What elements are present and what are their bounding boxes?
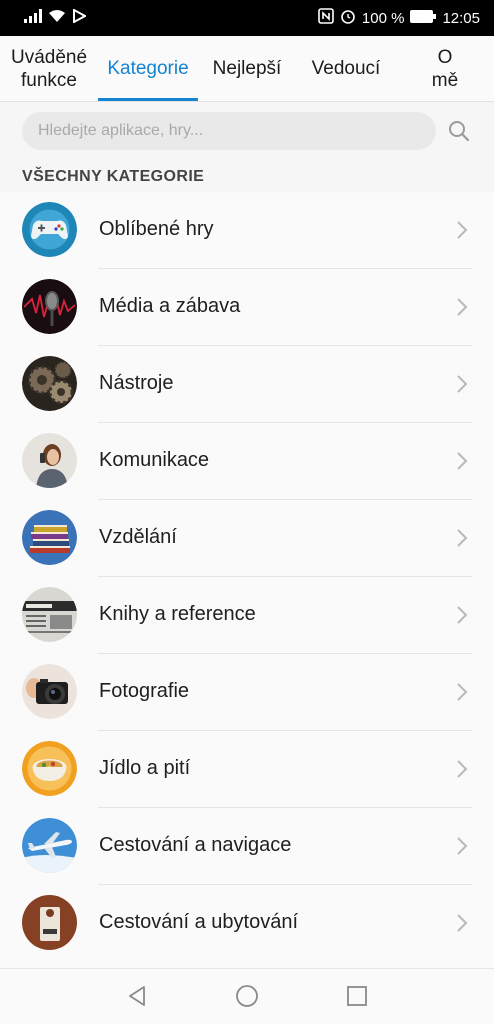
back-icon[interactable] — [125, 983, 151, 1009]
search-icon[interactable] — [447, 119, 471, 143]
airplane-icon — [22, 818, 77, 873]
media-icon — [72, 8, 88, 27]
gamepad-icon — [22, 202, 77, 257]
gears-icon — [22, 356, 77, 411]
category-label: Fotografie — [99, 680, 190, 702]
recents-icon[interactable] — [344, 983, 370, 1009]
section-title: VŠECHNY KATEGORIE — [22, 168, 205, 185]
chevron-right-icon — [457, 529, 468, 547]
tab-me-label: O mě — [431, 46, 459, 91]
chevron-right-icon — [457, 914, 468, 932]
tab-categories[interactable]: Kategorie — [98, 36, 198, 101]
status-bar: 100 % 12:05 — [0, 0, 494, 36]
door-hanger-icon — [22, 895, 77, 950]
nfc-icon — [318, 8, 334, 28]
category-row-photography[interactable]: Fotografie — [0, 654, 494, 731]
category-label: Oblíbené hry — [99, 218, 214, 240]
category-row-books-reference[interactable]: Knihy a reference — [0, 577, 494, 654]
tab-me[interactable]: O mě — [396, 36, 494, 101]
chevron-right-icon — [457, 606, 468, 624]
category-list: Oblíbené hry Média a zábava Nástroje Kom… — [0, 192, 494, 968]
search-input[interactable] — [22, 112, 436, 150]
books-icon — [22, 510, 77, 565]
alarm-icon — [340, 8, 356, 28]
tab-leaders[interactable]: Vedoucí — [296, 36, 396, 101]
category-label: Jídlo a pití — [99, 757, 191, 779]
chevron-right-icon — [457, 452, 468, 470]
tab-categories-label: Kategorie — [107, 58, 189, 79]
tab-best[interactable]: Nejlepší — [198, 36, 296, 101]
category-label: Knihy a reference — [99, 603, 256, 625]
chevron-right-icon — [457, 683, 468, 701]
category-row-media-entertainment[interactable]: Média a zábava — [0, 269, 494, 346]
battery-percent: 100 % — [361, 9, 405, 27]
category-row-food-drink[interactable]: Jídlo a pití — [0, 731, 494, 808]
chevron-right-icon — [457, 760, 468, 778]
category-label: Média a zábava — [99, 295, 241, 317]
person-phone-icon — [22, 433, 77, 488]
tab-featured-label: Uváděné funkce — [10, 46, 88, 91]
chevron-right-icon — [457, 298, 468, 316]
category-row-communication[interactable]: Komunikace — [0, 423, 494, 500]
tab-featured[interactable]: Uváděné funkce — [0, 36, 98, 101]
tab-leaders-label: Vedoucí — [311, 58, 381, 79]
active-tab-indicator — [98, 98, 198, 101]
battery-icon — [410, 9, 437, 27]
category-label: Vzdělání — [99, 526, 177, 548]
category-row-travel-navigation[interactable]: Cestování a navigace — [0, 808, 494, 885]
food-bowl-icon — [22, 741, 77, 796]
chevron-right-icon — [457, 837, 468, 855]
clock-time: 12:05 — [442, 9, 480, 27]
category-row-tools[interactable]: Nástroje — [0, 346, 494, 423]
tab-best-label: Nejlepší — [212, 58, 282, 79]
wifi-icon — [48, 9, 66, 27]
chevron-right-icon — [457, 221, 468, 239]
camera-icon — [22, 664, 77, 719]
tab-bar: Uváděné funkce Kategorie Nejlepší Vedouc… — [0, 36, 494, 102]
category-row-travel-accommodation[interactable]: Cestování a ubytování — [0, 885, 494, 962]
newspaper-icon — [22, 587, 77, 642]
search-bar — [0, 102, 494, 160]
category-label: Cestování a navigace — [99, 834, 292, 856]
category-label: Cestování a ubytování — [99, 911, 299, 933]
category-row-favorite-games[interactable]: Oblíbené hry — [0, 192, 494, 269]
microphone-icon — [22, 279, 77, 334]
signal-icon — [24, 9, 42, 27]
category-row-education[interactable]: Vzdělání — [0, 500, 494, 577]
system-nav-bar — [0, 968, 494, 1024]
category-label: Nástroje — [99, 372, 174, 394]
category-label: Komunikace — [99, 449, 210, 471]
chevron-right-icon — [457, 375, 468, 393]
home-icon[interactable] — [234, 983, 260, 1009]
